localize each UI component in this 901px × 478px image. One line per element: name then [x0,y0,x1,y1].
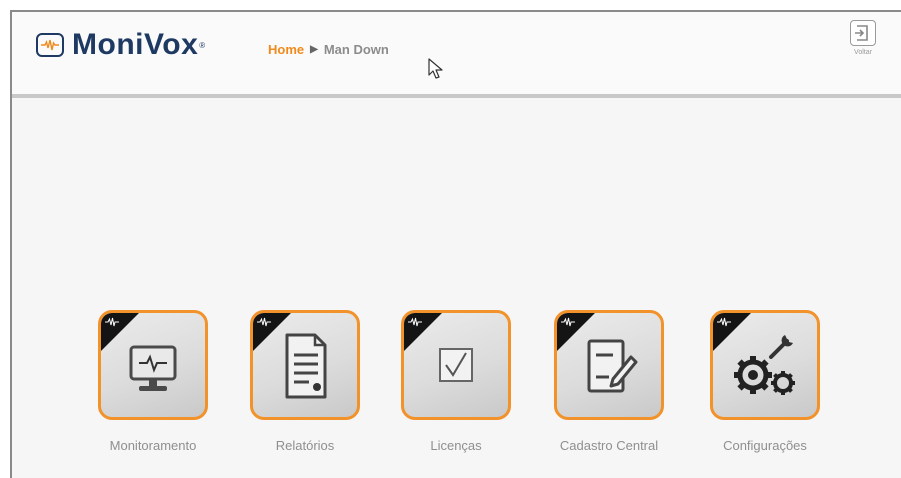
breadcrumb-separator: ▶ [310,44,318,55]
monitor-icon [129,345,177,391]
brand-name: MoniVox [72,28,199,61]
tile-relatorios[interactable]: Relatórios [240,310,370,453]
report-icon [285,333,327,399]
back-button[interactable]: Voltar [843,20,883,70]
tile-monitoramento[interactable]: Monitoramento [88,310,218,453]
edit-form-icon [587,339,638,393]
tile-label: Relatórios [275,438,335,453]
gears-icon [734,335,795,395]
tile-label: Licenças [430,438,482,453]
pulse-logo-icon [36,33,64,57]
breadcrumb-home-link[interactable]: Home [268,42,304,57]
header-bar: MoniVox ® Home ▶ Man Down Voltar [12,12,901,98]
brand-registered-mark: ® [199,40,206,50]
top-edge [0,0,901,10]
tile-relatorios-button[interactable] [250,310,360,420]
back-button-label: Voltar [854,49,872,56]
breadcrumb: Home ▶ Man Down [268,42,389,57]
checkbox-icon [439,348,473,382]
brand-logo[interactable]: MoniVox ® [36,28,205,62]
tile-configuracoes-button[interactable] [710,310,820,420]
exit-icon [850,20,876,46]
tile-cadastro-central-button[interactable] [554,310,664,420]
breadcrumb-current: Man Down [323,42,389,57]
mouse-cursor-icon [428,58,443,79]
tile-label: Cadastro Central [559,438,659,453]
tile-licencas-button[interactable] [401,310,511,420]
tile-licencas[interactable]: Licenças [391,310,521,453]
tile-monitoramento-button[interactable] [98,310,208,420]
tile-label: Monitoramento [109,438,197,453]
tile-cadastro-central[interactable]: Cadastro Central [544,310,674,453]
tile-configuracoes[interactable]: Configurações [700,310,830,453]
tile-label: Configurações [723,438,807,453]
